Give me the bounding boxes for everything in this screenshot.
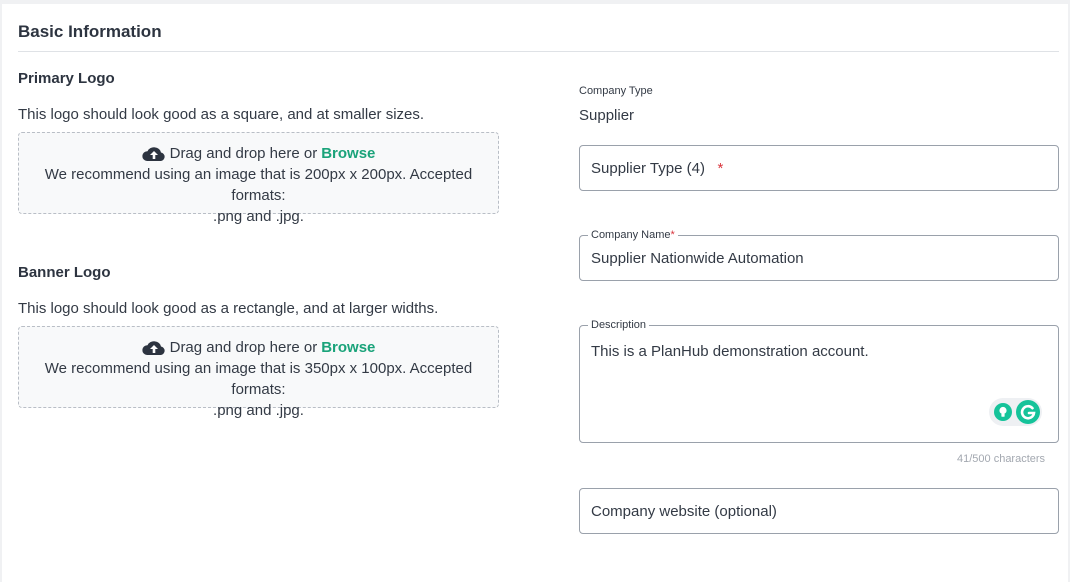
section-title: Basic Information xyxy=(18,22,162,41)
primary-logo-heading: Primary Logo xyxy=(18,70,115,87)
company-name-value: Supplier Nationwide Automation xyxy=(591,250,804,267)
cloud-upload-icon xyxy=(141,340,165,355)
banner-recommend-text: We recommend using an image that is 350p… xyxy=(44,360,473,398)
description-textarea[interactable]: Description This is a PlanHub demonstrat… xyxy=(579,318,1059,443)
divider xyxy=(18,51,1059,52)
supplier-type-select[interactable]: Supplier Type (4) * xyxy=(579,145,1059,191)
grammarly-icon[interactable] xyxy=(1016,400,1040,424)
required-asterisk: * xyxy=(670,229,675,241)
company-name-label-text: Company Name xyxy=(591,229,671,241)
description-value: This is a PlanHub demonstration account. xyxy=(591,343,869,360)
banner-logo-dropzone[interactable]: Drag and drop here or Browse We recommen… xyxy=(18,326,499,419)
grammarly-g-glyph xyxy=(1020,404,1036,420)
banner-drop-text: Drag and drop here or xyxy=(169,339,318,356)
character-counter: 41/500 characters xyxy=(957,453,1046,465)
company-type-label: Company Type xyxy=(579,85,653,97)
cloud-upload-icon xyxy=(141,146,165,161)
banner-formats-text: .png and .jpg. xyxy=(213,402,304,419)
basic-information-card: Basic Information Primary Logo This logo… xyxy=(2,4,1068,582)
company-type-value: Supplier xyxy=(579,107,635,124)
supplier-type-text: Supplier Type (4) * xyxy=(591,160,723,177)
supplier-type-value: Supplier Type (4) xyxy=(591,160,705,177)
banner-logo-heading: Banner Logo xyxy=(18,264,111,281)
primary-drop-text: Drag and drop here or xyxy=(169,145,318,162)
primary-browse-link[interactable]: Browse xyxy=(321,143,375,164)
banner-browse-link[interactable]: Browse xyxy=(321,337,375,358)
primary-logo-description: This logo should look good as a square, … xyxy=(18,106,425,123)
company-website-placeholder: Company website (optional) xyxy=(591,503,777,520)
primary-recommend-text: We recommend using an image that is 200p… xyxy=(44,166,473,204)
description-label: Description xyxy=(588,318,650,332)
primary-logo-dropzone[interactable]: Drag and drop here or Browse We recommen… xyxy=(18,132,499,225)
lightbulb-icon[interactable] xyxy=(993,402,1013,422)
company-website-field[interactable]: Company website (optional) xyxy=(579,488,1059,534)
company-name-label: Company Name* xyxy=(588,228,678,242)
company-name-field[interactable]: Company Name* Supplier Nationwide Automa… xyxy=(579,228,1059,281)
required-asterisk: * xyxy=(717,160,724,177)
banner-logo-description: This logo should look good as a rectangl… xyxy=(18,300,439,317)
grammarly-widget[interactable] xyxy=(989,398,1042,426)
primary-formats-text: .png and .jpg. xyxy=(213,208,304,225)
